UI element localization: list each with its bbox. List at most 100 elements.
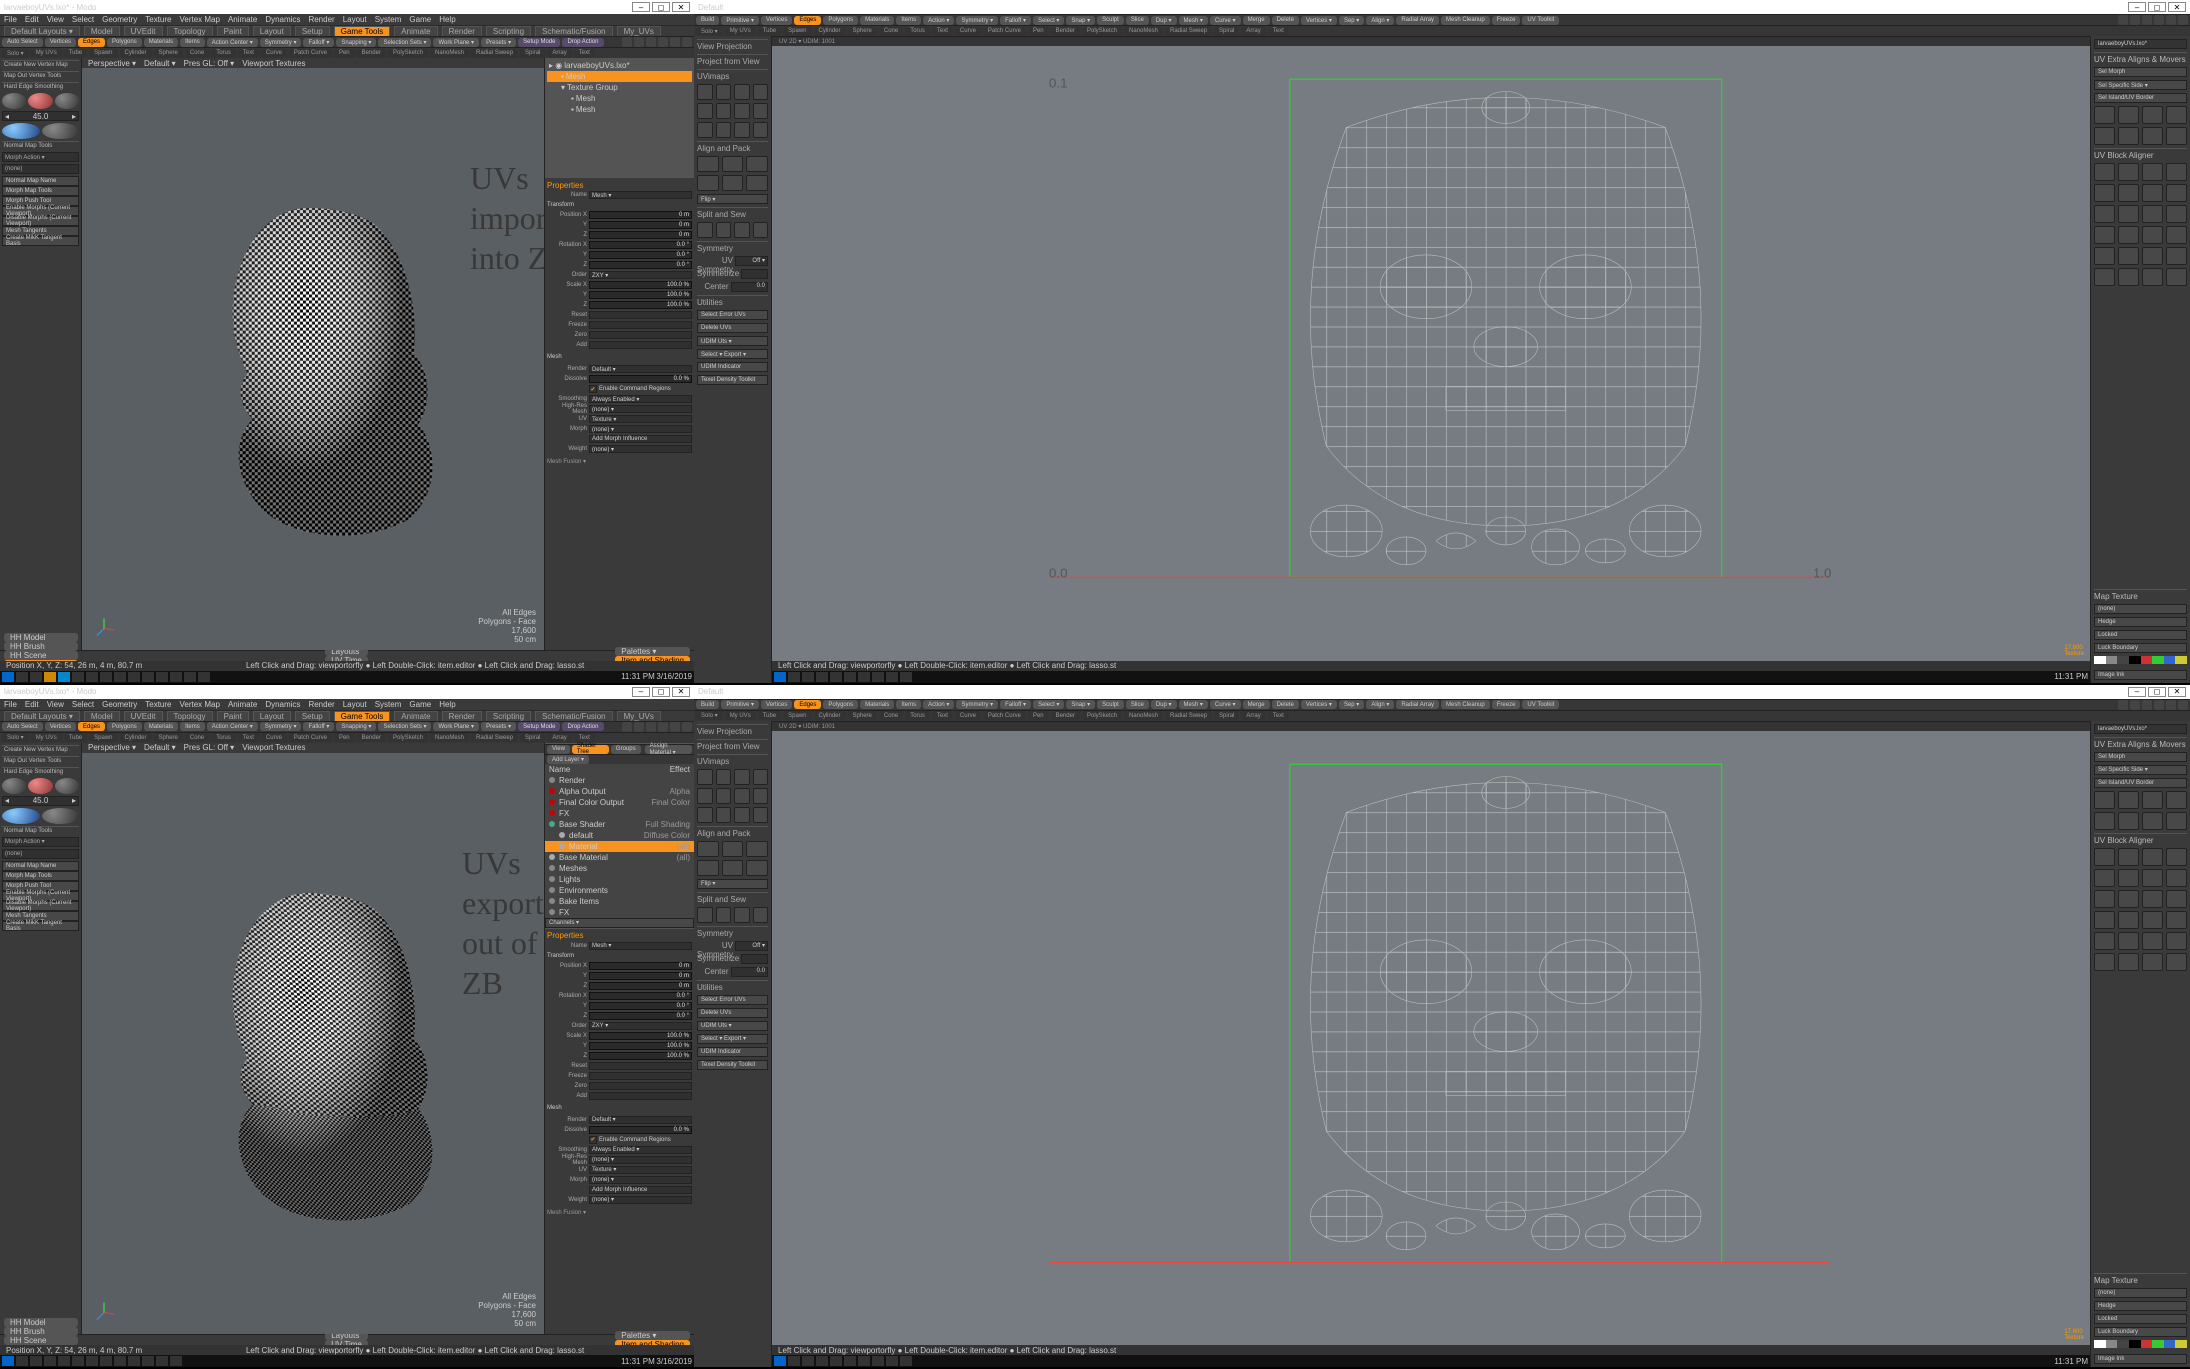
menu-item[interactable]: Layout (343, 700, 367, 709)
toolbar-icon[interactable] (622, 37, 632, 47)
layout-tab[interactable]: UVEdit (124, 26, 163, 36)
uv-tool-icon[interactable] (697, 122, 713, 138)
property-field[interactable] (589, 331, 692, 339)
property-field[interactable]: (none) ▾ (589, 405, 692, 413)
taskbar-app[interactable] (142, 672, 154, 682)
align-icon[interactable] (2142, 184, 2163, 202)
uv-tool-icon[interactable] (734, 84, 750, 100)
align-icon-grid[interactable] (2094, 848, 2187, 971)
toolbar-pill[interactable]: Items (896, 700, 921, 709)
align-icon[interactable] (2166, 163, 2187, 181)
toolbar-pill[interactable]: Falloff ▾ (303, 722, 334, 731)
property-field[interactable] (589, 1092, 692, 1100)
align-icon[interactable] (2094, 205, 2115, 223)
taskbar-app[interactable] (816, 1356, 828, 1366)
layout-tab[interactable]: My_UVs (617, 26, 661, 36)
toolbar-pill[interactable]: Cone (879, 27, 903, 36)
toolbar-pill[interactable]: Spiral (1214, 711, 1239, 720)
toolbar-pill[interactable]: UV Toolkit (1522, 700, 1559, 709)
sel-side[interactable]: Sel Specific Side ▾ (2094, 80, 2187, 90)
toolbar-pill[interactable]: Select ▾ (1033, 700, 1064, 709)
toolbar-pill[interactable]: Text (574, 733, 595, 742)
toolbar-pill[interactable]: Text (238, 49, 259, 58)
property-field[interactable]: 100.0 % (589, 1052, 692, 1060)
align-tool-icon[interactable] (697, 860, 719, 876)
toolbar-pill[interactable]: Work Plane ▾ (433, 722, 479, 731)
mover-icon[interactable] (2142, 106, 2163, 124)
toolbar-pill[interactable]: PolySketch (388, 49, 428, 58)
toolbar-pill[interactable]: Spawn (783, 711, 811, 720)
align-icon[interactable] (2118, 247, 2139, 265)
morph-none[interactable]: (none) (2, 164, 79, 174)
util-btn[interactable]: Delete UVs (697, 323, 768, 333)
align-icon[interactable] (2166, 226, 2187, 244)
toolbar-pill[interactable]: Work Plane ▾ (433, 38, 479, 47)
toolbar-pill[interactable]: Bender (1051, 711, 1080, 720)
toolbar-pill[interactable]: Action Center ▾ (207, 38, 258, 47)
menu-item[interactable]: System (375, 700, 402, 709)
taskbar-app[interactable] (802, 672, 814, 682)
menu-item[interactable]: Layout (343, 15, 367, 24)
toolbar-icon[interactable] (2178, 15, 2188, 25)
uv-tool-icon[interactable] (734, 122, 750, 138)
taskbar-app[interactable] (44, 1356, 56, 1366)
toolbar-pill[interactable]: Action Center ▾ (207, 722, 258, 731)
vp-tab[interactable]: Perspective ▾ (88, 743, 136, 752)
taskbar-app[interactable] (886, 1356, 898, 1366)
align-tool-icon[interactable] (746, 841, 768, 857)
name-field[interactable]: Mesh ▾ (589, 942, 692, 950)
toolbar-pill[interactable]: Curve (955, 711, 981, 720)
menu-item[interactable]: Select (72, 700, 94, 709)
property-field[interactable]: 0 m (589, 231, 692, 239)
toolbar-pill[interactable]: Snapping ▾ (336, 722, 376, 731)
toolbar-icon[interactable] (2118, 15, 2128, 25)
mover-icon[interactable] (2118, 812, 2139, 830)
toolbar-pill[interactable]: Sphere (154, 733, 183, 742)
property-field[interactable]: 0.0 ° (589, 1002, 692, 1010)
align-tool-icon[interactable] (697, 156, 719, 172)
property-field[interactable]: 0 m (589, 982, 692, 990)
taskbar-app[interactable] (900, 672, 912, 682)
taskbar-app[interactable] (788, 1356, 800, 1366)
taskbar-app[interactable] (58, 672, 70, 682)
menu-item[interactable]: Render (308, 15, 334, 24)
split-sew-icon[interactable] (697, 907, 713, 923)
toolbar-pill[interactable]: Curve (955, 27, 981, 36)
toolbar-pill[interactable]: Symmetry ▾ (260, 38, 302, 47)
toolbar-pill[interactable]: Array (547, 49, 571, 58)
start-button[interactable] (774, 1356, 786, 1366)
vp-tab[interactable]: Default ▾ (144, 59, 176, 68)
align-icon[interactable] (2166, 184, 2187, 202)
toolbar-pill[interactable]: Text (932, 711, 953, 720)
mover-icon[interactable] (2118, 127, 2139, 145)
toolbar-pill[interactable]: Selection Sets ▾ (378, 722, 431, 731)
align-icon[interactable] (2142, 932, 2163, 950)
align-icon[interactable] (2094, 247, 2115, 265)
toolbar-pill[interactable]: Presets ▾ (481, 722, 516, 731)
toolbar-pill[interactable]: Action ▾ (923, 16, 954, 25)
taskbar-app[interactable] (830, 672, 842, 682)
toolbar-icon[interactable] (2154, 15, 2164, 25)
toolbar-pill[interactable]: Primitive ▾ (721, 16, 759, 25)
taskbar-app[interactable] (86, 672, 98, 682)
uv-tool-icon[interactable] (716, 769, 732, 785)
menu-item[interactable]: Edit (25, 15, 39, 24)
toolbar-pill[interactable]: Primitive ▾ (721, 700, 759, 709)
util-btn[interactable]: Select Error UVs (697, 310, 768, 320)
maximize-button[interactable]: ◻ (2148, 687, 2166, 697)
vp-tab[interactable]: Perspective ▾ (88, 59, 136, 68)
toolbar-pill[interactable]: Snapping ▾ (336, 38, 376, 47)
uv-tool-icon[interactable] (734, 788, 750, 804)
shader-row[interactable]: Base ShaderFull Shading (545, 819, 694, 830)
property-field[interactable]: 100.0 % (589, 291, 692, 299)
taskbar-app[interactable] (198, 672, 210, 682)
layout-tab[interactable]: Paint (217, 711, 249, 721)
menu-item[interactable]: Help (439, 700, 455, 709)
left-panel-btn[interactable]: Normal Map Name (2, 861, 79, 871)
toolbar-pill[interactable]: Sculpt (1097, 16, 1124, 25)
menubar[interactable]: FileEditViewSelectGeometryTextureVertex … (0, 14, 694, 25)
menu-item[interactable]: Game (409, 15, 431, 24)
property-field[interactable]: (none) ▾ (589, 1176, 692, 1184)
toolbar-pill[interactable]: Slice (1126, 16, 1149, 25)
toolbar-pill[interactable]: Patch Curve (983, 711, 1026, 720)
